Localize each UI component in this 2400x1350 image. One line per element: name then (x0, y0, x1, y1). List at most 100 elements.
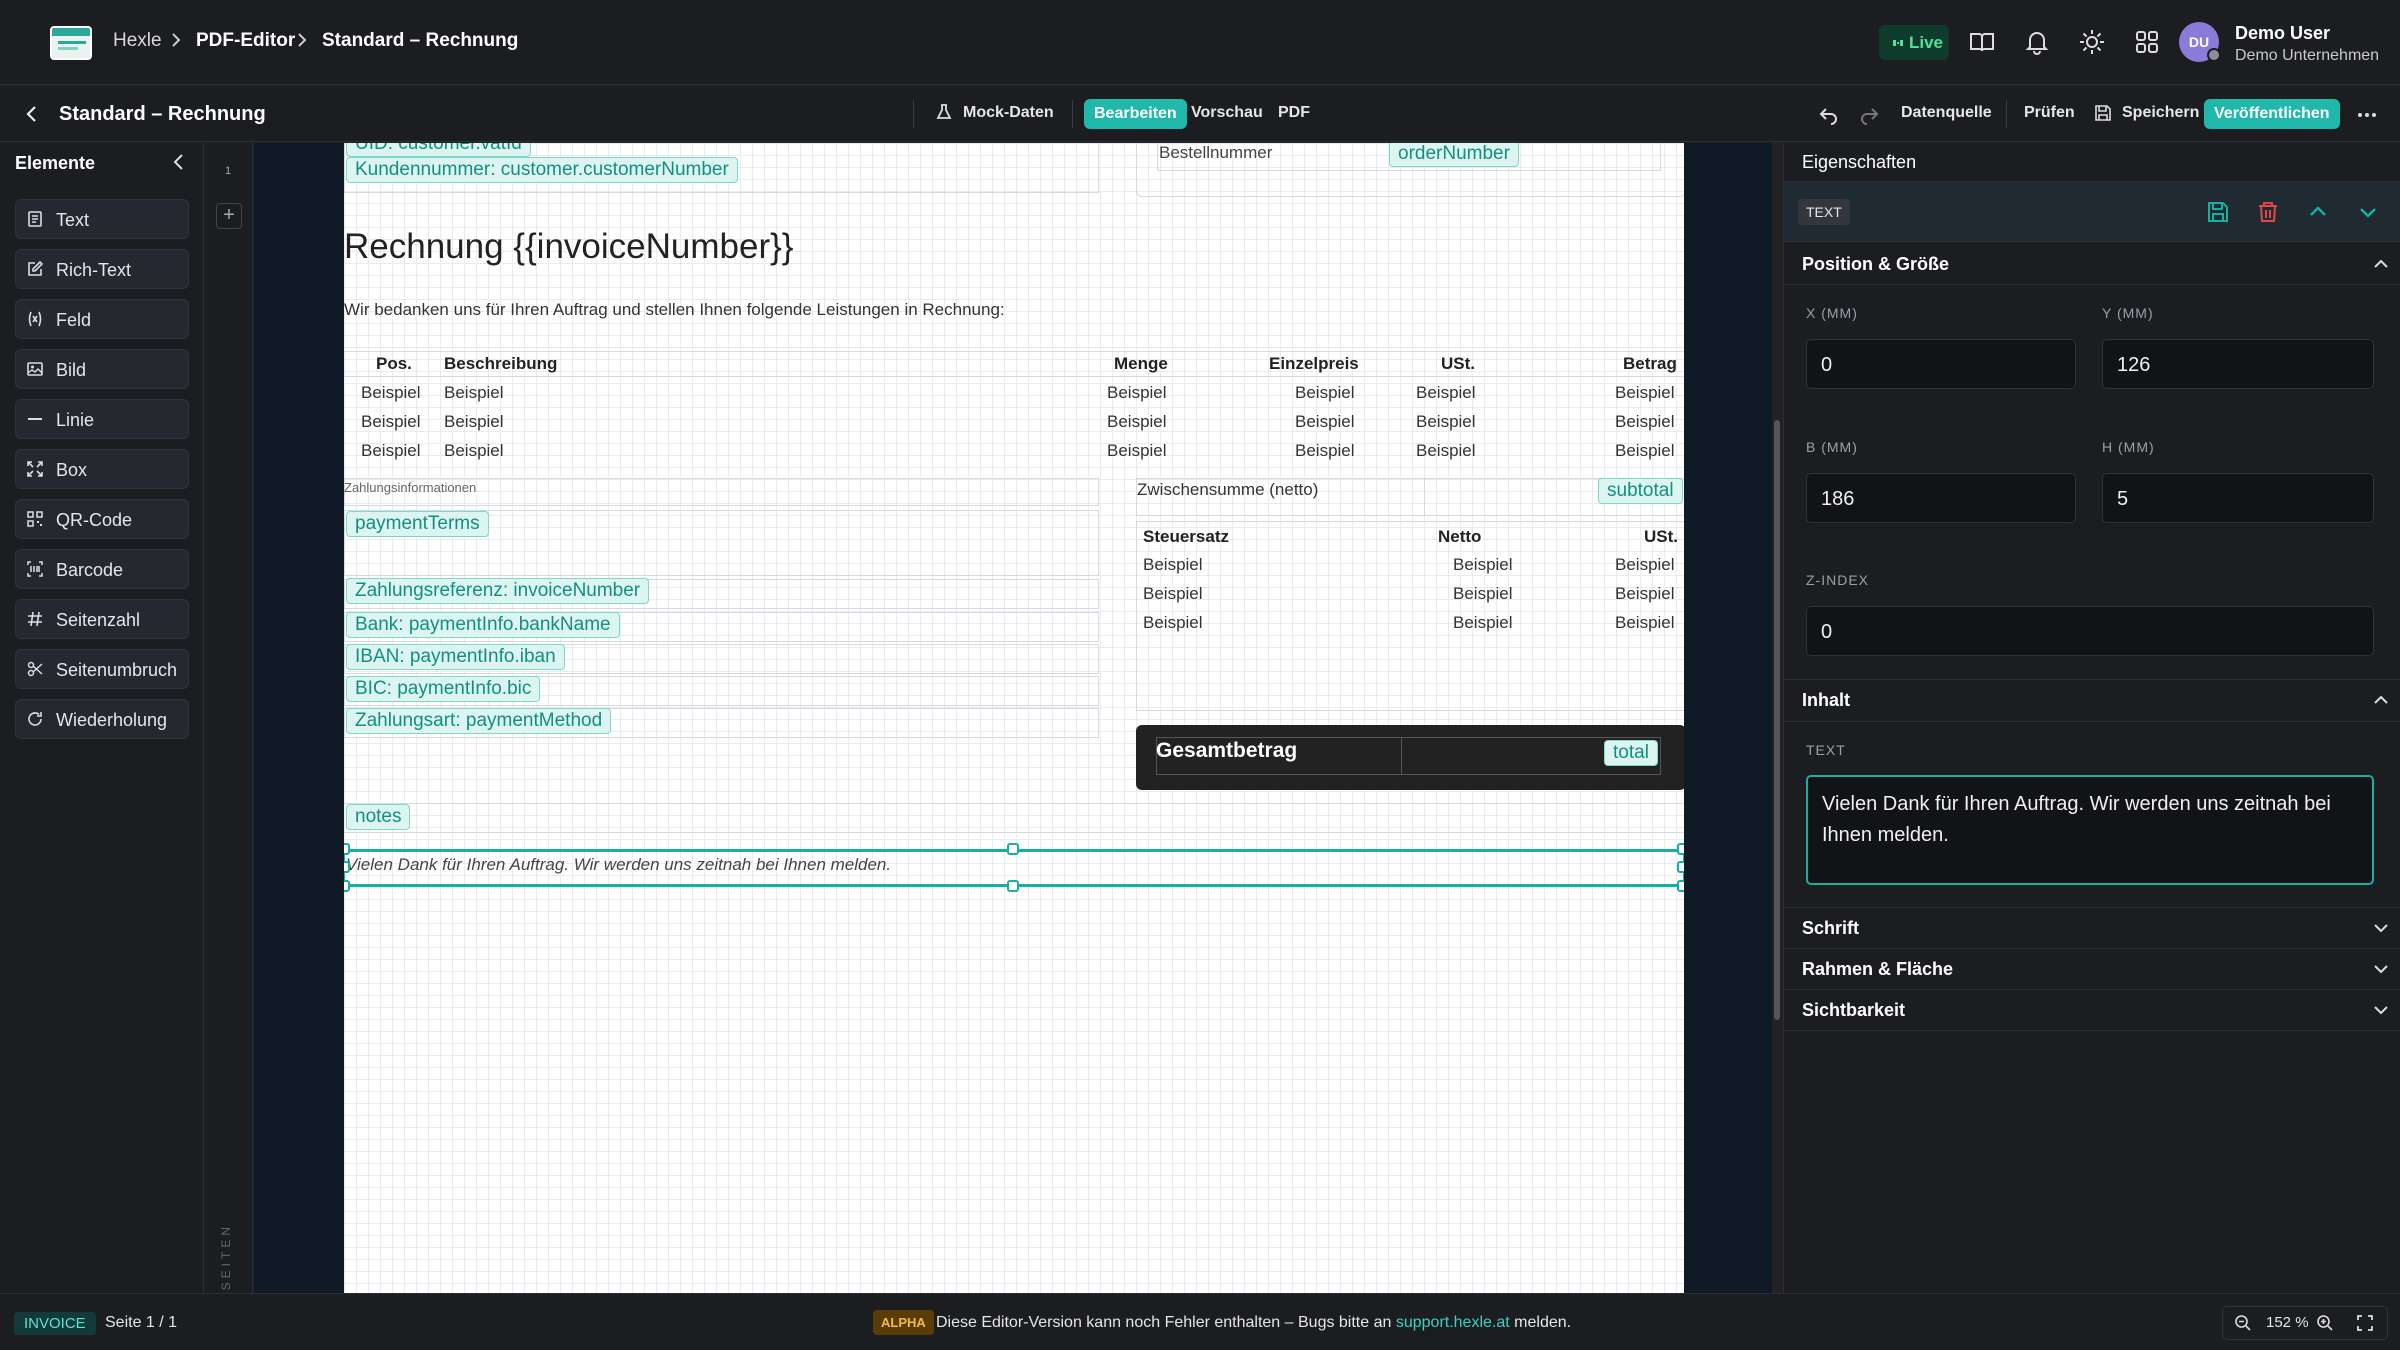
field-payment-method[interactable]: Zahlungsart: paymentMethod (346, 708, 612, 734)
bell-icon[interactable] (2023, 28, 2051, 56)
back-arrow-icon[interactable] (22, 104, 42, 124)
resize-handle[interactable] (1677, 880, 1684, 892)
intro-text[interactable]: Wir bedanken uns für Ihren Auftrag und s… (344, 300, 1005, 320)
resize-handle[interactable] (1007, 880, 1019, 892)
section-position-title[interactable]: Position & Größe (1802, 254, 1949, 275)
resize-handle[interactable] (1677, 843, 1684, 855)
field-bank[interactable]: Bank: paymentInfo.bankName (346, 612, 620, 638)
element-qr-code[interactable]: QR-Code (15, 499, 189, 539)
flask-icon (936, 104, 952, 119)
element-box[interactable]: Box (15, 449, 189, 489)
field-customer-number[interactable]: Kundennummer: customer.customerNumber (346, 157, 738, 183)
field-total[interactable]: total (1604, 740, 1658, 766)
support-link[interactable]: support.hexle.at (1396, 1314, 1510, 1331)
section-content[interactable] (1784, 680, 2400, 722)
page-thumbnail-1[interactable]: 1 (225, 165, 231, 177)
y-input[interactable]: 126 (2102, 339, 2374, 389)
breadcrumb-pdf-editor[interactable]: PDF-Editor (196, 30, 295, 52)
field-iban[interactable]: IBAN: paymentInfo.iban (346, 644, 565, 670)
col-steuersatz: Steuersatz (1143, 527, 1229, 546)
element-feld[interactable]: Feld (15, 299, 189, 339)
element-text[interactable]: Text (15, 199, 189, 239)
resize-handle[interactable] (344, 880, 350, 892)
apps-grid-icon[interactable] (2133, 28, 2161, 56)
field-order-number[interactable]: orderNumber (1389, 143, 1519, 167)
field-vat-id[interactable]: UID: customer.vatId (346, 143, 531, 157)
element-bild[interactable]: Bild (15, 349, 189, 389)
invoice-title[interactable]: Rechnung {{invoiceNumber}} (344, 227, 793, 267)
section-border-title[interactable]: Rahmen & Fläche (1802, 959, 1953, 980)
fit-screen-icon[interactable] (2356, 1314, 2374, 1332)
document-page[interactable]: UID: customer.vatId Kundennummer: custom… (344, 143, 1684, 1293)
tax-table[interactable] (1136, 521, 1684, 711)
properties-title: Eigenschaften (1802, 152, 1917, 172)
section-visibility-title[interactable]: Sichtbarkeit (1802, 1000, 1905, 1021)
chevron-down-icon[interactable] (2372, 1001, 2390, 1019)
x-input[interactable]: 0 (1806, 339, 2076, 389)
field-payment-reference[interactable]: Zahlungsreferenz: invoiceNumber (346, 578, 650, 604)
chevron-down-icon[interactable] (2356, 200, 2380, 224)
element-wiederholung[interactable]: Wiederholung (15, 699, 189, 739)
element-linie[interactable]: Linie (15, 399, 189, 439)
more-icon[interactable] (2356, 104, 2378, 126)
book-icon[interactable] (1968, 28, 1996, 56)
mock-data-button[interactable]: Mock-Daten (963, 104, 1054, 122)
chevron-down-icon[interactable] (2372, 919, 2390, 937)
breadcrumb-hexle[interactable]: Hexle (113, 30, 162, 52)
field-bic[interactable]: BIC: paymentInfo.bic (346, 676, 541, 702)
element-label: Barcode (56, 560, 124, 580)
tab-vorschau[interactable]: Vorschau (1191, 104, 1263, 122)
table-cell: Beispiel (1107, 441, 1167, 460)
trash-icon[interactable] (2256, 200, 2280, 224)
sun-icon[interactable] (2078, 28, 2106, 56)
datasource-button[interactable]: Datenquelle (1901, 104, 1992, 122)
add-page-button[interactable]: + (216, 203, 242, 229)
total-block[interactable]: Gesamtbetrag total (1136, 725, 1684, 790)
zoom-out-icon[interactable] (2234, 1314, 2252, 1332)
element-seitenumbruch[interactable]: Seitenumbruch (15, 649, 189, 689)
element-seitenzahl[interactable]: Seitenzahl (15, 599, 189, 639)
user-name[interactable]: Demo User (2235, 23, 2330, 44)
save-element-icon[interactable] (2206, 200, 2230, 224)
publish-button[interactable]: Veröffentlichen (2204, 99, 2340, 129)
table-cell: Beispiel (1453, 613, 1513, 632)
section-font[interactable] (1784, 908, 2400, 949)
collapse-left-icon[interactable] (170, 153, 188, 171)
status-dot (2207, 48, 2221, 62)
chevron-down-icon[interactable] (2372, 960, 2390, 978)
field-notes[interactable]: notes (346, 804, 411, 830)
text-content-input[interactable]: Vielen Dank für Ihren Auftrag. Wir werde… (1806, 775, 2374, 885)
repeat-icon (28, 712, 42, 726)
chevron-up-icon[interactable] (2306, 200, 2330, 224)
payment-heading[interactable]: Zahlungsinformationen (344, 480, 476, 495)
zoom-in-icon[interactable] (2316, 1314, 2334, 1332)
field-subtotal[interactable]: subtotal (1598, 478, 1683, 504)
element-barcode[interactable]: Barcode (15, 549, 189, 589)
chevron-up-icon[interactable] (2372, 691, 2390, 709)
section-content-title[interactable]: Inhalt (1802, 690, 1850, 711)
hexle-logo[interactable] (50, 26, 92, 60)
redo-icon[interactable] (1858, 103, 1880, 125)
element-label: Bild (56, 360, 87, 380)
live-badge[interactable]: Live (1879, 25, 1949, 60)
undo-icon[interactable] (1818, 103, 1840, 125)
resize-handle[interactable] (1007, 843, 1019, 855)
tab-bearbeiten[interactable]: Bearbeiten (1084, 99, 1187, 129)
tab-pdf[interactable]: PDF (1278, 104, 1310, 122)
scrollbar-thumb[interactable] (1774, 420, 1780, 1020)
save-button[interactable]: Speichern (2122, 104, 2199, 122)
resize-handle[interactable] (344, 843, 350, 855)
col-betrag: Betrag (1623, 354, 1677, 373)
resize-handle[interactable] (344, 861, 350, 873)
element-rich-text[interactable]: Rich-Text (15, 249, 189, 289)
element-label: Feld (56, 310, 92, 330)
check-button[interactable]: Prüfen (2024, 104, 2075, 122)
section-font-title[interactable]: Schrift (1802, 918, 1859, 939)
chevron-up-icon[interactable] (2372, 255, 2390, 273)
resize-handle[interactable] (1677, 861, 1684, 873)
h-input[interactable]: 5 (2102, 473, 2374, 523)
w-input[interactable]: 186 (1806, 473, 2076, 523)
element-label: QR-Code (56, 510, 133, 530)
z-input[interactable]: 0 (1806, 606, 2374, 656)
field-payment-terms[interactable]: paymentTerms (346, 511, 489, 537)
